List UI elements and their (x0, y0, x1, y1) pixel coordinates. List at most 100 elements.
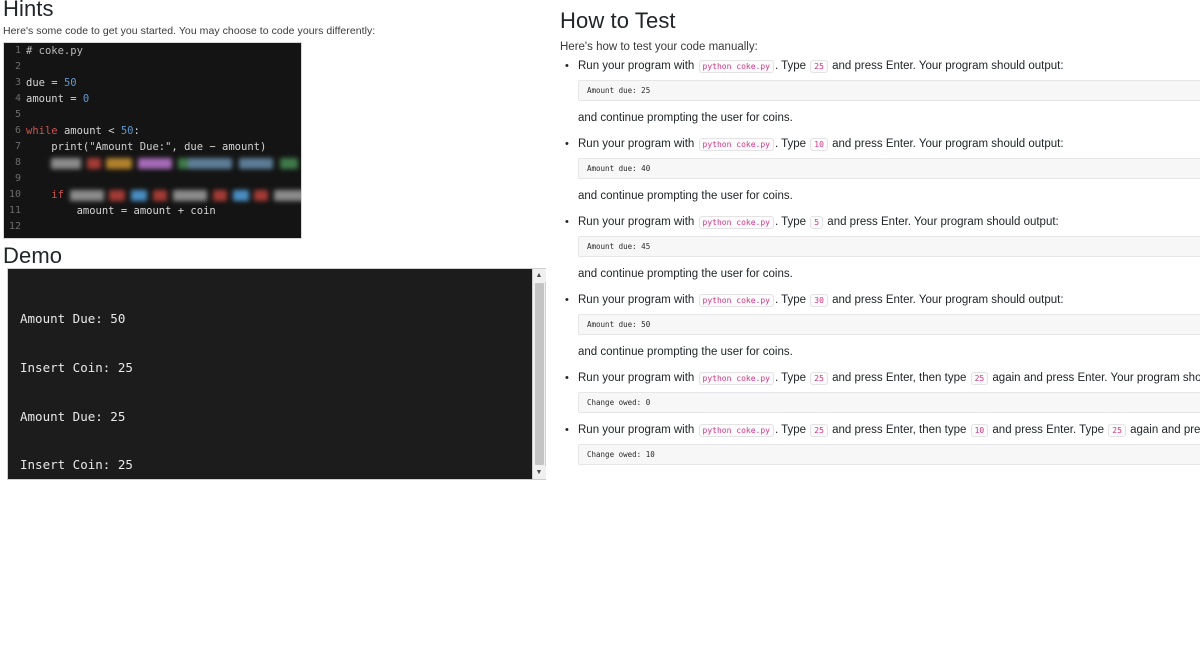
code-content: while amount < 50: (26, 125, 140, 137)
line-number: 2 (14, 61, 21, 72)
bullet-pre: Run your program with (578, 372, 698, 384)
terminal-line: Insert Coin: 25 (20, 457, 133, 473)
code-line: 2 (4, 59, 301, 75)
bullet-mid: . Type (774, 424, 810, 436)
code-line: 5 (4, 107, 301, 123)
hints-heading: Hints (3, 0, 54, 21)
line-number: 9 (14, 173, 21, 184)
inline-input-value: 10 (810, 138, 828, 151)
hints-code-editor[interactable]: 1 # coke.py 2 3 due = 50 4 amount = 0 5 … (3, 42, 302, 239)
bullet-post: and press Enter. Your program should out… (824, 216, 1059, 228)
bullet-note: and continue prompting the user for coin… (578, 112, 793, 124)
terminal-line: Amount Due: 50 (20, 311, 126, 327)
bullet-text: Run your program with python coke.py. Ty… (578, 58, 1200, 75)
terminal-line: Insert Coin: 25 (20, 360, 133, 375)
list-item: Run your program with python coke.py. Ty… (560, 422, 1200, 465)
howto-intro-text: Here's how to test your code manually: (560, 41, 758, 53)
bullet-pre: Run your program with (578, 60, 698, 72)
list-item: Run your program with python coke.py. Ty… (560, 58, 1200, 101)
line-number: 6 (14, 125, 21, 136)
right-column: How to Test Here's how to test your code… (560, 0, 1200, 671)
code-content: amount = 0 (26, 93, 90, 105)
code-token-comment: # coke.py (26, 45, 83, 57)
inline-command: python coke.py (698, 138, 774, 151)
line-number: 12 (8, 221, 21, 232)
inline-input-value-2: 10 (970, 424, 989, 437)
line-number: 4 (14, 93, 21, 104)
inline-command: python coke.py (698, 294, 774, 307)
code-content: due = 50 (26, 77, 77, 89)
code-content-redacted (26, 155, 301, 171)
inline-input-value-3: 25 (1108, 424, 1126, 437)
code-line-if-redacted: 10 if (4, 187, 301, 203)
expected-output-block: Amount due: 50 (578, 314, 1200, 335)
bullet-note: and continue prompting the user for coin… (578, 190, 793, 202)
bullet-post: again and press Enter, after which your … (1130, 424, 1200, 436)
bullet-pre: Run your program with (578, 216, 698, 228)
inline-input-value-2: 25 (970, 372, 989, 385)
list-item: Run your program with python coke.py. Ty… (560, 292, 1200, 335)
bullet-pre: Run your program with (578, 294, 698, 306)
inline-command: python coke.py (698, 216, 774, 229)
line-number: 7 (14, 141, 21, 152)
bullet-mid: . Type (774, 372, 810, 384)
code-line-redacted: 8 (4, 155, 301, 171)
inline-input-value: 25 (810, 372, 828, 385)
terminal-line: Amount Due: 25 (20, 408, 126, 424)
bullet-mid: . Type (774, 138, 810, 150)
redacted-code-blur (51, 155, 299, 171)
demo-terminal[interactable]: Amount Due: 50 Insert Coin: 25 Amount Du… (7, 268, 546, 480)
demo-heading: Demo (3, 243, 63, 268)
bullet-text: Run your program with python coke.py. Ty… (578, 214, 1200, 231)
scroll-up-icon[interactable]: ▲ (532, 269, 546, 282)
hints-intro-text: Here's some code to get you started. You… (3, 25, 376, 37)
inline-command: python coke.py (698, 60, 774, 73)
bullet-post: and press Enter. Your program should out… (828, 138, 1064, 150)
terminal-output: Amount Due: 50 Insert Coin: 25 Amount Du… (8, 269, 532, 479)
bullet-mid: . Type (774, 216, 810, 228)
code-content-redacted: if (26, 187, 301, 203)
list-item: Run your program with python coke.py. Ty… (560, 370, 1200, 413)
bullet-mid: . Type (774, 60, 810, 72)
code-line: 9 (4, 171, 301, 187)
bullet-pre: Run your program with (578, 424, 698, 436)
scrollbar-thumb[interactable] (534, 283, 544, 465)
bullet-text: Run your program with python coke.py. Ty… (578, 422, 1200, 439)
inline-input-value: 25 (810, 424, 828, 437)
expected-output-block: Amount due: 25 (578, 80, 1200, 101)
bullet-text: Run your program with python coke.py. Ty… (578, 136, 1200, 153)
code-line: 4 amount = 0 (4, 91, 301, 107)
bullet-pre: Run your program with (578, 138, 698, 150)
line-number: 3 (14, 77, 21, 88)
terminal-scrollbar[interactable]: ▲ ▼ (532, 269, 546, 479)
bullet-text: Run your program with python coke.py. Ty… (578, 370, 1200, 387)
code-content: print("Amount Due:", due − amount) (51, 141, 267, 153)
inline-command: python coke.py (698, 424, 774, 437)
expected-output-block: Change owed: 10 (578, 444, 1200, 465)
line-number: 5 (14, 109, 21, 120)
bullet-note: and continue prompting the user for coin… (578, 268, 793, 280)
bullet-mid-2: and press Enter, then type (828, 424, 970, 436)
inline-input-value: 30 (810, 294, 828, 307)
page-root: Hints Here's some code to get you starte… (0, 0, 1200, 671)
line-number: 1 (14, 45, 21, 56)
bullet-post: again and press Enter. Your program shou… (992, 372, 1200, 384)
bullet-post: and press Enter. Your program should out… (828, 294, 1064, 306)
line-number: 10 (8, 189, 21, 200)
inline-input-value: 25 (810, 60, 828, 73)
scroll-down-icon[interactable]: ▼ (532, 466, 546, 479)
list-item: Run your program with python coke.py. Ty… (560, 214, 1200, 257)
code-line: 6 while amount < 50: (4, 123, 301, 139)
howto-heading: How to Test (560, 8, 676, 33)
bullet-note: and continue prompting the user for coin… (578, 346, 793, 358)
list-item: Run your program with python coke.py. Ty… (560, 136, 1200, 179)
code-line: 1 # coke.py (4, 43, 301, 59)
line-number: 11 (8, 205, 21, 216)
expected-output-block: Amount due: 40 (578, 158, 1200, 179)
code-content: amount = amount + coin (76, 205, 216, 217)
bullet-post: and press Enter. Your program should out… (828, 60, 1064, 72)
code-line: 3 due = 50 (4, 75, 301, 91)
left-column: Hints Here's some code to get you starte… (0, 0, 553, 671)
code-line: 11 amount = amount + coin (4, 203, 301, 219)
